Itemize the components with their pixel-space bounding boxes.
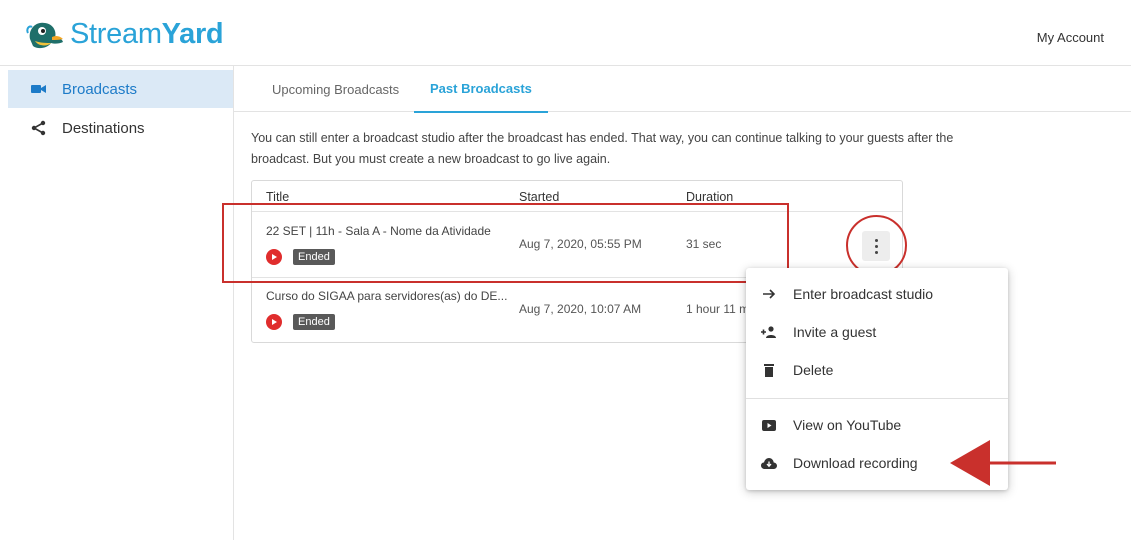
pointer-arrow-annotation [950,440,1056,486]
menu-item-label: Enter broadcast studio [793,286,934,302]
logo-wordmark: StreamYard [70,18,224,50]
trash-icon [760,363,778,377]
info-text: You can still enter a broadcast studio a… [251,131,954,166]
video-camera-icon [28,83,50,95]
menu-item-label: Download recording [793,455,918,471]
menu-item-enter-studio[interactable]: Enter broadcast studio [746,275,1008,313]
sidebar: Broadcasts Destinations [0,66,234,540]
highlight-rectangle-annotation [222,203,789,283]
sidebar-item-broadcasts[interactable]: Broadcasts [8,70,233,108]
column-header-duration: Duration [686,190,734,204]
top-bar: StreamYard My Account [0,0,1131,66]
broadcast-tabs: Upcoming Broadcasts Past Broadcasts [234,66,1131,113]
streamyard-logo[interactable]: StreamYard [26,18,224,51]
menu-item-label: Delete [793,362,834,378]
sidebar-item-destinations[interactable]: Destinations [8,109,233,147]
sidebar-item-label: Broadcasts [62,80,138,98]
my-account-link[interactable]: My Account [1037,30,1104,45]
menu-item-delete[interactable]: Delete [746,351,1008,389]
tab-past-broadcasts[interactable]: Past Broadcasts [414,66,548,113]
status-badge: Ended [293,314,335,330]
cloud-download-icon [760,457,778,469]
duck-logo-icon [26,22,63,48]
menu-item-invite-guest[interactable]: Invite a guest [746,313,1008,351]
menu-divider [746,398,1008,399]
column-header-started: Started [519,190,560,204]
youtube-icon [266,314,282,330]
sidebar-item-label: Destinations [62,119,145,137]
menu-item-label: Invite a guest [793,324,877,340]
broadcast-started: Aug 7, 2020, 10:07 AM [519,302,642,316]
menu-item-label: View on YouTube [793,417,902,433]
add-person-icon [760,326,778,338]
youtube-icon [760,419,778,431]
broadcast-title: Curso do SIGAA para servidores(as) do DE… [266,289,508,303]
tab-upcoming-broadcasts[interactable]: Upcoming Broadcasts [256,66,415,112]
column-header-title: Title [266,190,290,204]
arrow-right-icon [760,288,778,300]
highlight-circle-annotation [846,215,907,276]
share-icon [28,120,50,136]
